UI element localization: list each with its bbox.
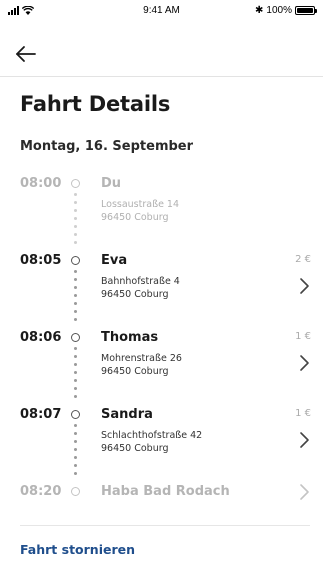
timeline-connector-dot [74, 225, 77, 228]
timeline-connector-dot [74, 464, 77, 467]
timeline-connector-dot [74, 318, 77, 321]
stop-street: Lossaustraße 14 [101, 199, 180, 210]
status-bar: 9:41 AM ✱ 100% [0, 0, 323, 22]
timeline-node-icon [71, 410, 80, 419]
stop-name: Haba Bad Rodach [101, 484, 230, 499]
timeline-connector-dot [74, 209, 77, 212]
chevron-right-icon[interactable] [297, 431, 311, 449]
timeline-connector-dot [74, 448, 77, 451]
stop-price: 1 € [295, 331, 311, 342]
stop-city: 96450 Coburg [101, 443, 169, 454]
timeline-connector-dot [74, 310, 77, 313]
timeline-node-icon [71, 333, 80, 342]
stop-time: 08:00 [20, 176, 62, 191]
stop-name: Eva [101, 253, 128, 268]
chevron-right-icon[interactable] [297, 483, 311, 501]
timeline-connector-dot [74, 302, 77, 305]
stop-time: 08:07 [20, 407, 62, 422]
bluetooth-icon: ✱ [255, 5, 264, 16]
trip-date: Montag, 16. September [20, 139, 194, 154]
stop-city: 96450 Coburg [101, 366, 169, 377]
timeline-connector-dot [74, 363, 77, 366]
timeline-connector-dot [74, 432, 77, 435]
timeline-connector-dot [74, 294, 77, 297]
stop-price: 1 € [295, 408, 311, 419]
status-right-group: ✱ 100% [255, 5, 317, 16]
battery-fill [297, 8, 313, 13]
timeline-connector-dot [74, 379, 77, 382]
stop-price: 2 € [295, 254, 311, 265]
stop-name: Du [101, 176, 122, 191]
stop-city: 96450 Coburg [101, 289, 169, 300]
stop-name: Sandra [101, 407, 153, 422]
timeline-connector-dot [74, 286, 77, 289]
timeline-connector-dot [74, 233, 77, 236]
timeline-connector-dot [74, 387, 77, 390]
battery-percent: 100% [266, 5, 292, 16]
battery-icon [295, 6, 317, 15]
nav-divider [0, 76, 323, 77]
timeline-node-icon [71, 179, 80, 188]
timeline-connector-dot [74, 440, 77, 443]
timeline-connector-dot [74, 472, 77, 475]
timeline-connector-dot [74, 395, 77, 398]
stop-time: 08:20 [20, 484, 62, 499]
timeline-connector-dot [74, 424, 77, 427]
stop-street: Mohrenstraße 26 [101, 353, 182, 364]
footer-divider [20, 525, 310, 526]
page-title: Fahrt Details [20, 92, 171, 116]
timeline-connector-dot [74, 193, 77, 196]
timeline-connector-dot [74, 241, 77, 244]
stop-city: 96450 Coburg [101, 212, 169, 223]
stop-street: Schlachthofstraße 42 [101, 430, 203, 441]
stop-name: Thomas [101, 330, 159, 345]
timeline-node-icon [71, 256, 80, 265]
arrow-left-icon [16, 46, 36, 62]
back-button[interactable] [14, 44, 38, 64]
timeline-connector-dot [74, 347, 77, 350]
stop-time: 08:06 [20, 330, 62, 345]
timeline-connector-dot [74, 456, 77, 459]
stop-street: Bahnhofstraße 4 [101, 276, 180, 287]
timeline-node-icon [71, 487, 80, 496]
timeline-connector-dot [74, 278, 77, 281]
timeline-connector-dot [74, 355, 77, 358]
timeline-connector-dot [74, 371, 77, 374]
timeline-connector-dot [74, 270, 77, 273]
timeline-connector-dot [74, 201, 77, 204]
chevron-right-icon[interactable] [297, 277, 311, 295]
stop-time: 08:05 [20, 253, 62, 268]
chevron-right-icon[interactable] [297, 354, 311, 372]
cancel-trip-link[interactable]: Fahrt stornieren [20, 542, 135, 557]
timeline-connector-dot [74, 217, 77, 220]
